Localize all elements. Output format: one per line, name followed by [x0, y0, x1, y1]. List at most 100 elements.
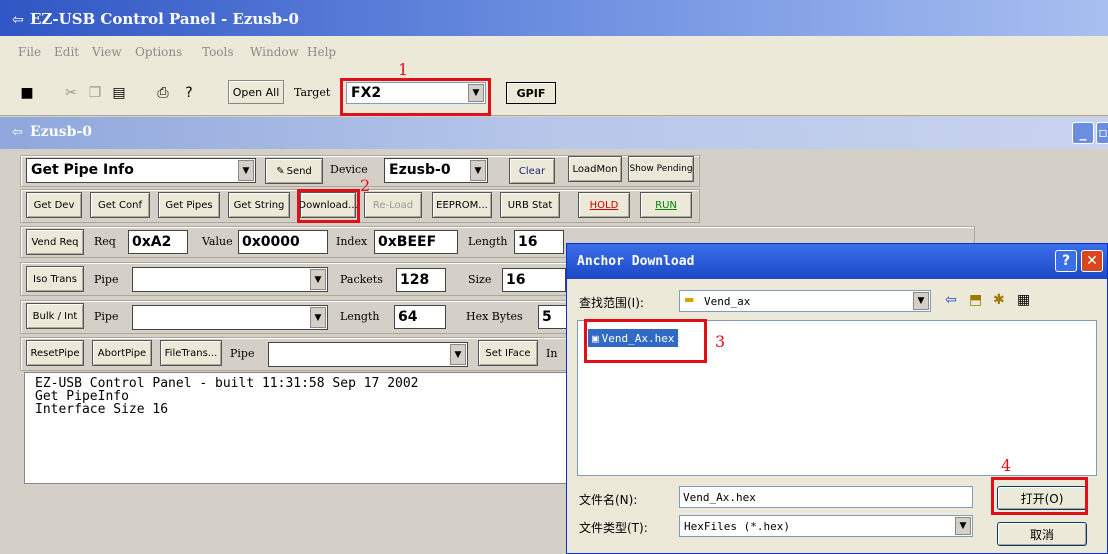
- reset-pipe-label: Pipe: [230, 347, 255, 360]
- bulk-pipe-select[interactable]: ▼: [132, 305, 328, 330]
- bulk-int-button[interactable]: Bulk / Int: [26, 303, 84, 329]
- paste-icon[interactable]: ▤: [108, 82, 130, 104]
- filename-label: 文件名(N):: [579, 493, 638, 507]
- help-icon[interactable]: ?: [1055, 250, 1077, 272]
- menu-window[interactable]: Window: [250, 45, 299, 59]
- eeprom-button[interactable]: EEPROM...: [432, 192, 492, 218]
- iso-pipe-label: Pipe: [94, 273, 119, 286]
- window-title: EZ-USB Control Panel - Ezusb-0: [30, 10, 299, 28]
- urb-stat-button[interactable]: URB Stat: [500, 192, 560, 218]
- get-dev-button[interactable]: Get Dev: [26, 192, 82, 218]
- file-trans-button[interactable]: FileTrans...: [160, 340, 222, 366]
- folder-icon: ▬: [684, 293, 695, 306]
- highlight-box-1: [340, 78, 491, 116]
- bulk-length-field[interactable]: 64: [394, 305, 446, 329]
- new-folder-icon[interactable]: ✱: [993, 292, 1005, 308]
- save-icon[interactable]: ■: [16, 82, 38, 104]
- length-label: Length: [468, 235, 508, 248]
- chevron-down-icon[interactable]: ▼: [310, 307, 326, 328]
- get-conf-button[interactable]: Get Conf: [90, 192, 150, 218]
- help-icon[interactable]: ?: [178, 82, 200, 104]
- marker-2: 2: [360, 176, 371, 195]
- chevron-down-icon[interactable]: ▼: [450, 344, 466, 365]
- menu-view[interactable]: View: [92, 45, 122, 59]
- view-menu-icon[interactable]: ▦: [1017, 292, 1030, 308]
- menu-help[interactable]: Help: [307, 45, 336, 59]
- copy-icon[interactable]: ❐: [84, 82, 106, 104]
- req-field[interactable]: 0xA2: [128, 230, 188, 254]
- vend-req-button[interactable]: Vend Req: [26, 229, 84, 255]
- cancel-button[interactable]: 取消: [997, 522, 1087, 546]
- interface-label: In: [546, 347, 558, 360]
- iso-trans-button[interactable]: Iso Trans: [26, 266, 84, 292]
- chevron-down-icon[interactable]: ▼: [470, 160, 486, 181]
- app-icon: ⇦: [12, 12, 24, 28]
- run-button[interactable]: RUN: [640, 192, 692, 218]
- restore-icon[interactable]: ▫: [1096, 122, 1108, 144]
- cut-icon[interactable]: ✂: [60, 82, 82, 104]
- close-icon[interactable]: ✕: [1081, 250, 1103, 272]
- chevron-down-icon[interactable]: ▼: [955, 517, 971, 535]
- send-icon: ✎: [276, 165, 285, 177]
- target-label: Target: [294, 86, 331, 99]
- dialog-title-bar: Anchor Download ? ✕: [567, 244, 1107, 279]
- device-label: Device: [330, 163, 368, 176]
- packets-label: Packets: [340, 273, 383, 286]
- value-label: Value: [202, 235, 233, 248]
- menu-options[interactable]: Options: [135, 45, 182, 59]
- device-select[interactable]: Ezusb-0 ▼: [384, 158, 488, 183]
- menu-edit[interactable]: Edit: [54, 45, 79, 59]
- minimize-icon[interactable]: _: [1072, 122, 1094, 144]
- anchor-download-dialog: Anchor Download ? ✕ 查找范围(I): ▬ Vend_ax ▼…: [566, 243, 1108, 554]
- send-button[interactable]: ✎ Send: [265, 158, 323, 184]
- child-window-icon: ⇦: [12, 125, 23, 140]
- command-select[interactable]: Get Pipe Info ▼: [26, 158, 256, 183]
- filetype-value: HexFiles (*.hex): [684, 520, 790, 533]
- filetype-select[interactable]: HexFiles (*.hex) ▼: [679, 515, 973, 537]
- output-log[interactable]: EZ-USB Control Panel - built 11:31:58 Se…: [24, 372, 572, 484]
- iso-pipe-select[interactable]: ▼: [132, 267, 328, 292]
- size-field[interactable]: 16: [502, 268, 566, 292]
- bulk-length-label: Length: [340, 310, 380, 323]
- back-icon[interactable]: ⇦: [945, 292, 957, 308]
- size-label: Size: [468, 273, 492, 286]
- marker-1: 1: [398, 60, 409, 79]
- gpif-button[interactable]: GPIF: [506, 82, 556, 104]
- hold-button[interactable]: HOLD: [578, 192, 630, 218]
- chevron-down-icon[interactable]: ▼: [238, 160, 254, 181]
- highlight-box-3: [584, 319, 707, 363]
- menu-file[interactable]: File: [18, 45, 41, 59]
- marker-4: 4: [1001, 456, 1012, 475]
- print-icon[interactable]: ⎙: [152, 82, 174, 104]
- length-field[interactable]: 16: [514, 230, 564, 254]
- highlight-box-4: [991, 477, 1088, 515]
- bulk-hex-label: Hex Bytes: [466, 310, 523, 323]
- child-window-title: Ezusb-0: [30, 124, 93, 140]
- abort-pipe-button[interactable]: AbortPipe: [92, 340, 152, 366]
- reset-pipe-button[interactable]: ResetPipe: [26, 340, 84, 366]
- reload-button[interactable]: Re-Load: [364, 192, 422, 218]
- marker-3: 3: [715, 332, 726, 351]
- chevron-down-icon[interactable]: ▼: [913, 292, 929, 310]
- reset-pipe-select[interactable]: ▼: [268, 342, 468, 367]
- log-text: EZ-USB Control Panel - built 11:31:58 Se…: [35, 376, 419, 417]
- highlight-box-2: [297, 189, 360, 223]
- show-pending-button[interactable]: Show Pending: [628, 156, 694, 182]
- menu-tools[interactable]: Tools: [202, 45, 234, 59]
- bulk-hex-field[interactable]: 5: [538, 305, 568, 329]
- loadmon-button[interactable]: LoadMon: [568, 156, 622, 182]
- up-folder-icon[interactable]: ⬒: [969, 292, 982, 308]
- index-field[interactable]: 0xBEEF: [374, 230, 458, 254]
- device-value: Ezusb-0: [389, 162, 451, 178]
- chevron-down-icon[interactable]: ▼: [310, 269, 326, 290]
- clear-button[interactable]: Clear: [509, 158, 555, 184]
- look-in-value: Vend_ax: [704, 295, 751, 308]
- open-all-button[interactable]: Open All: [228, 80, 284, 104]
- look-in-select[interactable]: ▬ Vend_ax ▼: [679, 290, 931, 312]
- set-iface-button[interactable]: Set IFace: [478, 340, 538, 366]
- packets-field[interactable]: 128: [396, 268, 446, 292]
- get-pipes-button[interactable]: Get Pipes: [158, 192, 220, 218]
- filename-input[interactable]: Vend_Ax.hex: [679, 486, 973, 508]
- get-string-button[interactable]: Get String: [228, 192, 290, 218]
- value-field[interactable]: 0x0000: [238, 230, 328, 254]
